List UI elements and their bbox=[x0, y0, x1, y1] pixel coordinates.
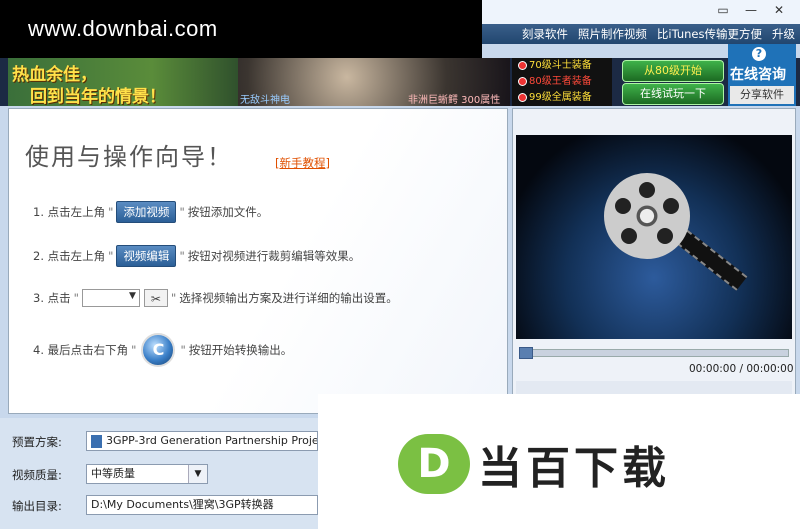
online-consult-button[interactable]: 在线咨询 bbox=[730, 64, 786, 84]
video-edit-button[interactable]: 视频编辑 bbox=[116, 245, 177, 267]
minimize-icon[interactable]: — bbox=[744, 3, 758, 17]
ad-banner[interactable]: 热血余佳， 回到当年的情景！ 无敌斗神电 非洲巨蜥鳄 300属性 70级斗士装备… bbox=[0, 58, 800, 107]
banner-list-item[interactable]: 99级全属装备 bbox=[512, 90, 612, 106]
banner-slogan-line2: 回到当年的情景！ bbox=[30, 87, 166, 107]
preview-panel: 00:00:00 / 00:00:00 bbox=[512, 108, 796, 414]
logo-watermark: D 当百下载 bbox=[318, 394, 800, 529]
guide-step-2: 2. 点击左上角 " 视频编辑 " 按钮对视频进行裁剪编辑等效果。 bbox=[33, 245, 360, 267]
chevron-down-icon[interactable]: ▼ bbox=[188, 465, 207, 483]
bullet-icon bbox=[518, 60, 527, 70]
add-video-button[interactable]: 添加视频 bbox=[116, 201, 177, 223]
settings-tool-icon[interactable]: ✂ bbox=[143, 289, 168, 307]
banner-caption-left: 无敌斗神电 bbox=[240, 95, 290, 106]
help-icon[interactable]: ? bbox=[752, 47, 766, 61]
guide-title: 使用与操作向导！ bbox=[25, 143, 233, 171]
banner-item-list: 70级斗士装备 80级王者装备 99级全属装备 bbox=[512, 58, 612, 106]
banner-play-button[interactable]: 在线试玩一下 bbox=[622, 83, 724, 105]
guide-panel: 使用与操作向导！ [新手教程] 1. 点击左上角 " 添加视频 " 按钮添加文件… bbox=[8, 108, 508, 414]
banner-list-item[interactable]: 70级斗士装备 bbox=[512, 58, 612, 74]
guide-step-3: 3. 点击 " ✂ " 选择视频输出方案及进行详细的输出设置。 bbox=[33, 289, 398, 307]
preset-dropdown-sample[interactable] bbox=[81, 289, 140, 307]
banner-start-button[interactable]: 从80级开始 bbox=[622, 60, 724, 82]
timecode-display: 00:00:00 / 00:00:00 bbox=[689, 363, 794, 375]
guide-step-4: 4. 最后点击右下角 " C " 按钮开始转换输出。 bbox=[33, 333, 292, 367]
bullet-icon bbox=[518, 76, 527, 86]
banner-list-item[interactable]: 80级王者装备 bbox=[512, 74, 612, 90]
banner-caption-right: 非洲巨蜥鳄 300属性 bbox=[408, 95, 501, 106]
preset-label: 预置方案: bbox=[12, 435, 62, 449]
output-dir-label: 输出目录: bbox=[12, 499, 62, 513]
guide-step-1: 1. 点击左上角 " 添加视频 " 按钮添加文件。 bbox=[33, 201, 268, 223]
film-reel-icon bbox=[604, 173, 690, 259]
bullet-icon bbox=[518, 92, 527, 102]
menu-bar: 刻录软件 照片制作视频 比iTunes传输更方便 升级 bbox=[482, 24, 800, 44]
logo-mark: D bbox=[398, 434, 470, 494]
format-icon bbox=[91, 434, 102, 448]
close-icon[interactable]: ✕ bbox=[772, 3, 786, 17]
restore-icon[interactable]: ▭ bbox=[716, 3, 730, 17]
share-button[interactable]: 分享软件 bbox=[730, 86, 794, 104]
playback-progress-track[interactable] bbox=[519, 349, 789, 357]
window-controls: ▭ — ✕ bbox=[716, 3, 786, 17]
convert-icon[interactable]: C bbox=[141, 333, 176, 367]
menu-item-upgrade[interactable]: 升级 bbox=[767, 24, 800, 44]
video-preview-screen bbox=[516, 135, 792, 339]
menu-item-photo-video[interactable]: 照片制作视频 bbox=[573, 24, 652, 44]
quality-select[interactable]: 中等质量 ▼ bbox=[86, 464, 208, 484]
tutorial-link[interactable]: [新手教程] bbox=[275, 155, 330, 171]
preset-select[interactable]: 3GPP-3rd Generation Partnership Project bbox=[86, 431, 318, 451]
output-dir-field[interactable]: D:\My Documents\狸窝\3GP转换器 bbox=[86, 495, 318, 515]
playback-slider-knob[interactable] bbox=[519, 347, 533, 359]
menu-item-itunes[interactable]: 比iTunes传输更方便 bbox=[652, 24, 767, 44]
site-watermark: www.downbai.com bbox=[0, 0, 482, 58]
menu-item-burn[interactable]: 刻录软件 bbox=[517, 24, 573, 44]
logo-text: 当百下载 bbox=[478, 443, 670, 494]
quality-label: 视频质量: bbox=[12, 468, 62, 482]
